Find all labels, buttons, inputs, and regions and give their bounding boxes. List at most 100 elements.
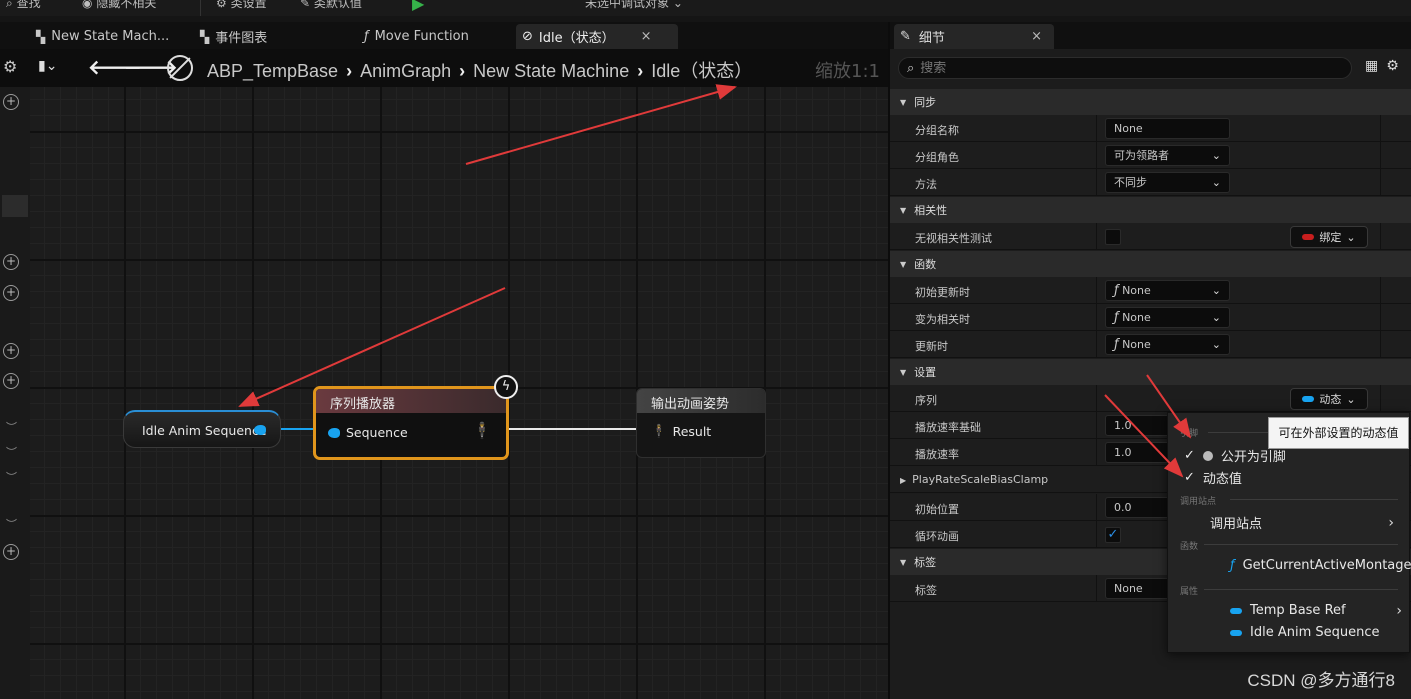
property-row: 方法 不同步 ⌄ xyxy=(890,169,1411,196)
expand-triangle-icon: ▼ xyxy=(900,259,907,269)
details-search[interactable]: ⌕ xyxy=(898,57,1352,79)
sequence-pin[interactable]: Sequence xyxy=(328,425,408,440)
loop-animation-checkbox[interactable]: ✓ xyxy=(1105,527,1121,543)
radio-icon xyxy=(1202,450,1213,461)
breadcrumb-item[interactable]: ABP_TempBase xyxy=(207,61,338,81)
watermark: CSDN @多方通行8 xyxy=(1247,671,1395,690)
become-relevant-function-select[interactable]: ƒ None ⌄ xyxy=(1105,307,1230,328)
hide-unrelated-button[interactable]: ◉ 隐藏不相关 xyxy=(82,0,156,11)
tab-details[interactable]: ✎ 细节 × xyxy=(894,24,1054,49)
function-icon: ƒ xyxy=(1230,558,1235,573)
pose-pin-icon[interactable]: 🕴 xyxy=(472,421,492,440)
menu-item-dynamic-value[interactable]: ✓ 动态值 xyxy=(1184,468,1242,487)
menu-item-function[interactable]: ƒ GetCurrentActiveMontage xyxy=(1230,558,1411,573)
tab-label: 细节 xyxy=(918,31,945,46)
on-update-function-select[interactable]: ƒ None ⌄ xyxy=(1105,334,1230,355)
add-pin-icon[interactable]: + xyxy=(3,285,19,301)
close-tab-icon[interactable]: × xyxy=(641,29,652,44)
eye-closed-icon[interactable]: ︶ xyxy=(6,469,17,485)
find-button[interactable]: ⌕ 查找 xyxy=(6,0,41,11)
result-pin[interactable]: 🕴 Result xyxy=(651,423,711,439)
select-value: 可为领路者 xyxy=(1114,149,1169,162)
play-icon[interactable]: ▶ xyxy=(412,0,424,13)
check-icon: ✓ xyxy=(1184,470,1195,485)
class-settings-button[interactable]: ⚙ 类设置 xyxy=(216,0,267,11)
menu-item-label: Temp Base Ref xyxy=(1250,603,1346,618)
menu-item-label: GetCurrentActiveMontage xyxy=(1242,558,1411,573)
gear-icon[interactable]: ⚙ xyxy=(1386,58,1399,74)
hide-unrelated-label: 隐藏不相关 xyxy=(96,0,157,10)
details-tab-bar: ✎ 细节 × xyxy=(890,22,1411,49)
group-role-select[interactable]: 可为领路者 ⌄ xyxy=(1105,145,1230,166)
category-relevancy[interactable]: ▼ 相关性 xyxy=(890,197,1411,223)
menu-item-call-site[interactable]: 调用站点 › xyxy=(1210,513,1402,533)
group-name-field[interactable]: None xyxy=(1105,118,1230,139)
binding-button[interactable]: 绑定 ⌄ xyxy=(1290,226,1368,248)
tab-event-graph[interactable]: ▚ 事件图表 xyxy=(194,24,273,49)
sequence-binding-button[interactable]: 动态 ⌄ xyxy=(1290,388,1368,410)
breadcrumb-item[interactable]: New State Machine xyxy=(473,61,629,81)
search-input[interactable] xyxy=(920,60,1321,76)
add-pin-icon[interactable]: + xyxy=(3,94,19,110)
divider xyxy=(1204,544,1398,545)
eye-closed-icon[interactable]: ︶ xyxy=(6,444,17,460)
property-label: 播放速率 xyxy=(915,448,959,461)
debug-target-select[interactable]: 未选中调试对象 ⌄ xyxy=(585,0,683,11)
fast-path-bolt-icon: ϟ xyxy=(494,375,518,399)
menu-item-idle-anim-sequence[interactable]: Idle Anim Sequence xyxy=(1230,625,1380,640)
tab-idle-state[interactable]: ⊘ Idle（状态） × xyxy=(516,24,678,49)
breadcrumb-path: ABP_TempBase › AnimGraph › New State Machine… xyxy=(207,57,752,83)
chevron-down-icon: ⌄ xyxy=(1211,338,1221,351)
add-pin-icon[interactable]: + xyxy=(3,254,19,270)
toolbar-divider xyxy=(200,0,201,16)
property-label: 初始位置 xyxy=(915,503,959,516)
category-functions[interactable]: ▼ 函数 xyxy=(890,251,1411,277)
section-label: 引脚 xyxy=(1180,429,1199,439)
sequence-player-node[interactable]: 序列播放器 Sequence 🕴 ϟ xyxy=(313,375,518,460)
add-pin-icon[interactable]: + xyxy=(3,544,19,560)
idle-anim-sequence-node[interactable]: Idle Anim Sequence xyxy=(123,410,281,448)
debug-target-label: 未选中调试对象 xyxy=(585,0,670,10)
table-view-icon[interactable]: ▦ xyxy=(1365,58,1378,74)
initial-update-function-select[interactable]: ƒ None ⌄ xyxy=(1105,280,1230,301)
divider xyxy=(1230,499,1398,500)
breadcrumb-item[interactable]: AnimGraph xyxy=(360,61,451,81)
menu-item-temp-base-ref[interactable]: Temp Base Ref › xyxy=(1230,603,1410,619)
eye-closed-icon[interactable]: ︶ xyxy=(6,419,17,435)
binding-dot-icon xyxy=(1302,234,1315,240)
input-pin-icon xyxy=(328,427,340,438)
expand-triangle-icon: ▼ xyxy=(900,205,907,215)
property-row: 更新时 ƒ None ⌄ xyxy=(890,331,1411,358)
output-pin-icon[interactable] xyxy=(254,425,266,435)
node-title: 输出动画姿势 xyxy=(651,397,730,412)
breadcrumb-item[interactable]: Idle（状态） xyxy=(651,61,752,81)
state-machine-icon: ▚ xyxy=(36,29,46,44)
search-icon: ⌕ xyxy=(907,60,915,76)
ignore-relevancy-checkbox[interactable] xyxy=(1105,229,1121,245)
category-sync[interactable]: ▼ 同步 xyxy=(890,89,1411,115)
chevron-right-icon: › xyxy=(459,61,466,81)
add-pin-icon[interactable]: + xyxy=(3,343,19,359)
node-header: 序列播放器 xyxy=(316,389,506,413)
category-settings[interactable]: ▼ 设置 xyxy=(890,359,1411,385)
chevron-down-icon: ⌄ xyxy=(1346,392,1356,406)
add-pin-icon[interactable]: + xyxy=(3,373,19,389)
bookmark-icon[interactable]: ▮⌄ xyxy=(38,58,57,74)
menu-item-label: Idle Anim Sequence xyxy=(1250,625,1380,640)
eye-closed-icon[interactable]: ︶ xyxy=(6,516,17,532)
tab-move-function[interactable]: ƒ Move Function xyxy=(358,24,475,49)
class-defaults-button[interactable]: ✎ 类默认值 xyxy=(300,0,362,11)
tab-new-state-machine[interactable]: ▚ New State Mach... xyxy=(30,24,175,49)
variable-icon xyxy=(1230,629,1242,636)
close-tab-icon[interactable]: × xyxy=(1031,29,1042,44)
event-graph-icon: ▚ xyxy=(200,29,210,44)
collapsed-section xyxy=(2,195,28,217)
gear-icon[interactable]: ⚙ xyxy=(3,57,17,76)
chevron-down-icon: ⌄ xyxy=(1211,284,1221,297)
output-pose-node[interactable]: 输出动画姿势 🕴 Result xyxy=(636,388,766,458)
class-defaults-label: 类默认值 xyxy=(313,0,362,10)
method-select[interactable]: 不同步 ⌄ xyxy=(1105,172,1230,193)
property-row: 分组名称 None xyxy=(890,115,1411,142)
section-label: 函数 xyxy=(1180,542,1199,552)
anim-graph-canvas[interactable] xyxy=(30,49,888,699)
